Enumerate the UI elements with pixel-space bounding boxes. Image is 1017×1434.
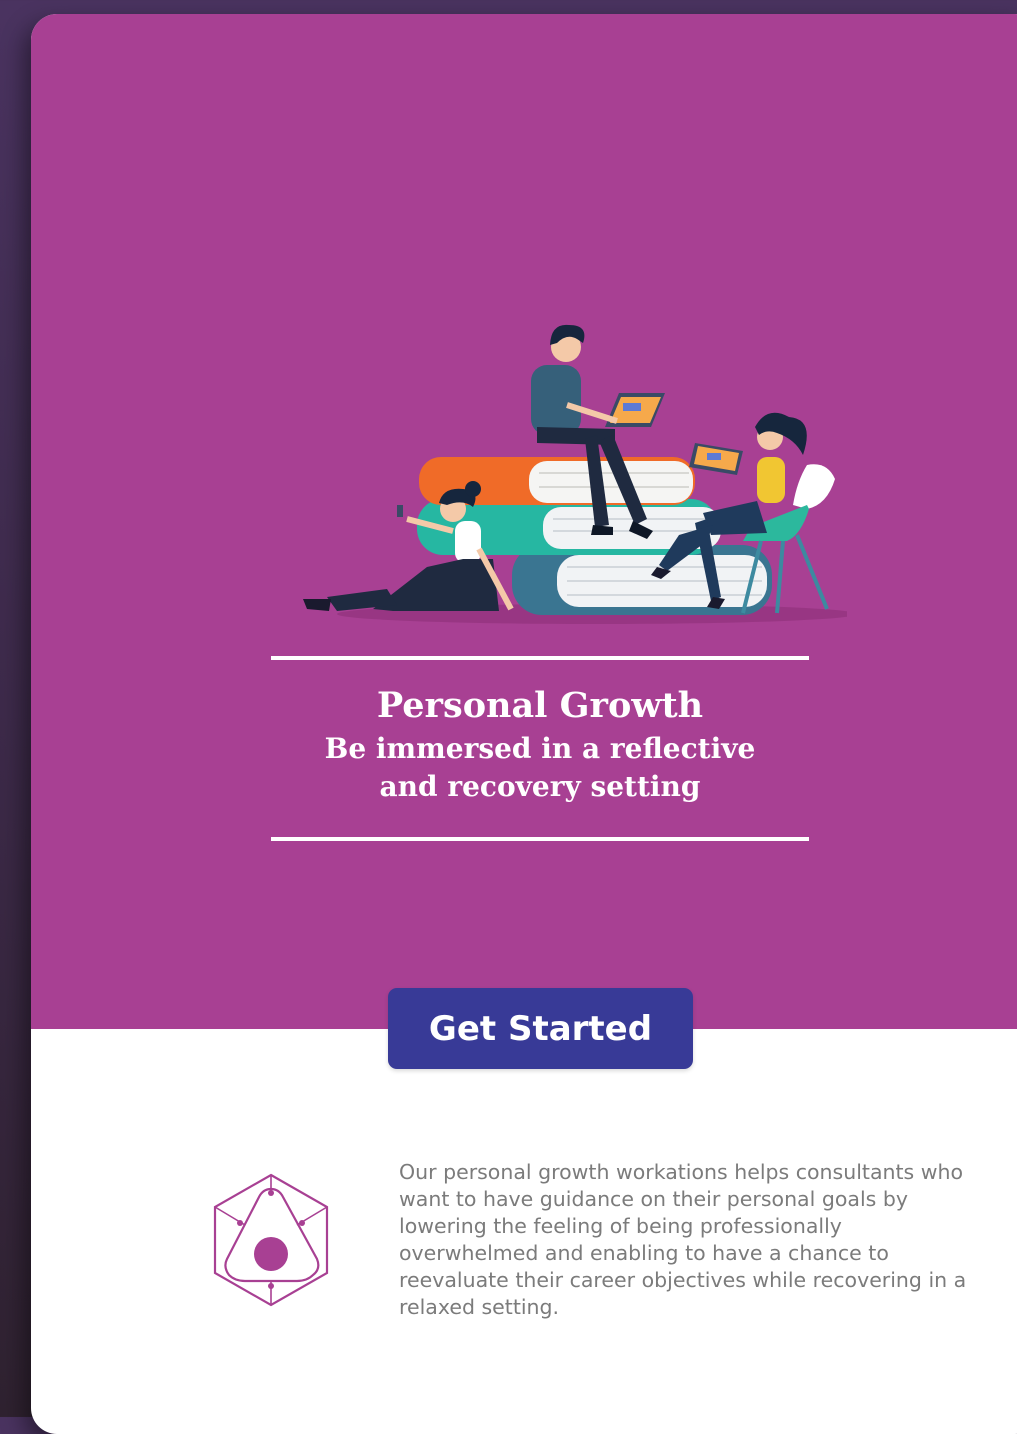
people-on-books-illustration (303, 324, 847, 624)
workation-card: Personal Growth Be immersed in a reflect… (31, 14, 1017, 1434)
page-subtitle: Be immersed in a reflective and recovery… (211, 730, 869, 806)
subtitle-line-2: and recovery setting (379, 770, 701, 803)
page-title: Personal Growth (376, 685, 704, 726)
divider-top (271, 656, 809, 660)
hero-section: Personal Growth Be immersed in a reflect… (31, 14, 1017, 1029)
subtitle-line-1: Be immersed in a reflective (324, 732, 756, 765)
hexagon-triangle-icon (213, 1173, 329, 1307)
divider-bottom (271, 837, 809, 841)
feature-description: Our personal growth workations helps con… (399, 1160, 967, 1319)
get-started-button[interactable]: Get Started (388, 988, 693, 1069)
